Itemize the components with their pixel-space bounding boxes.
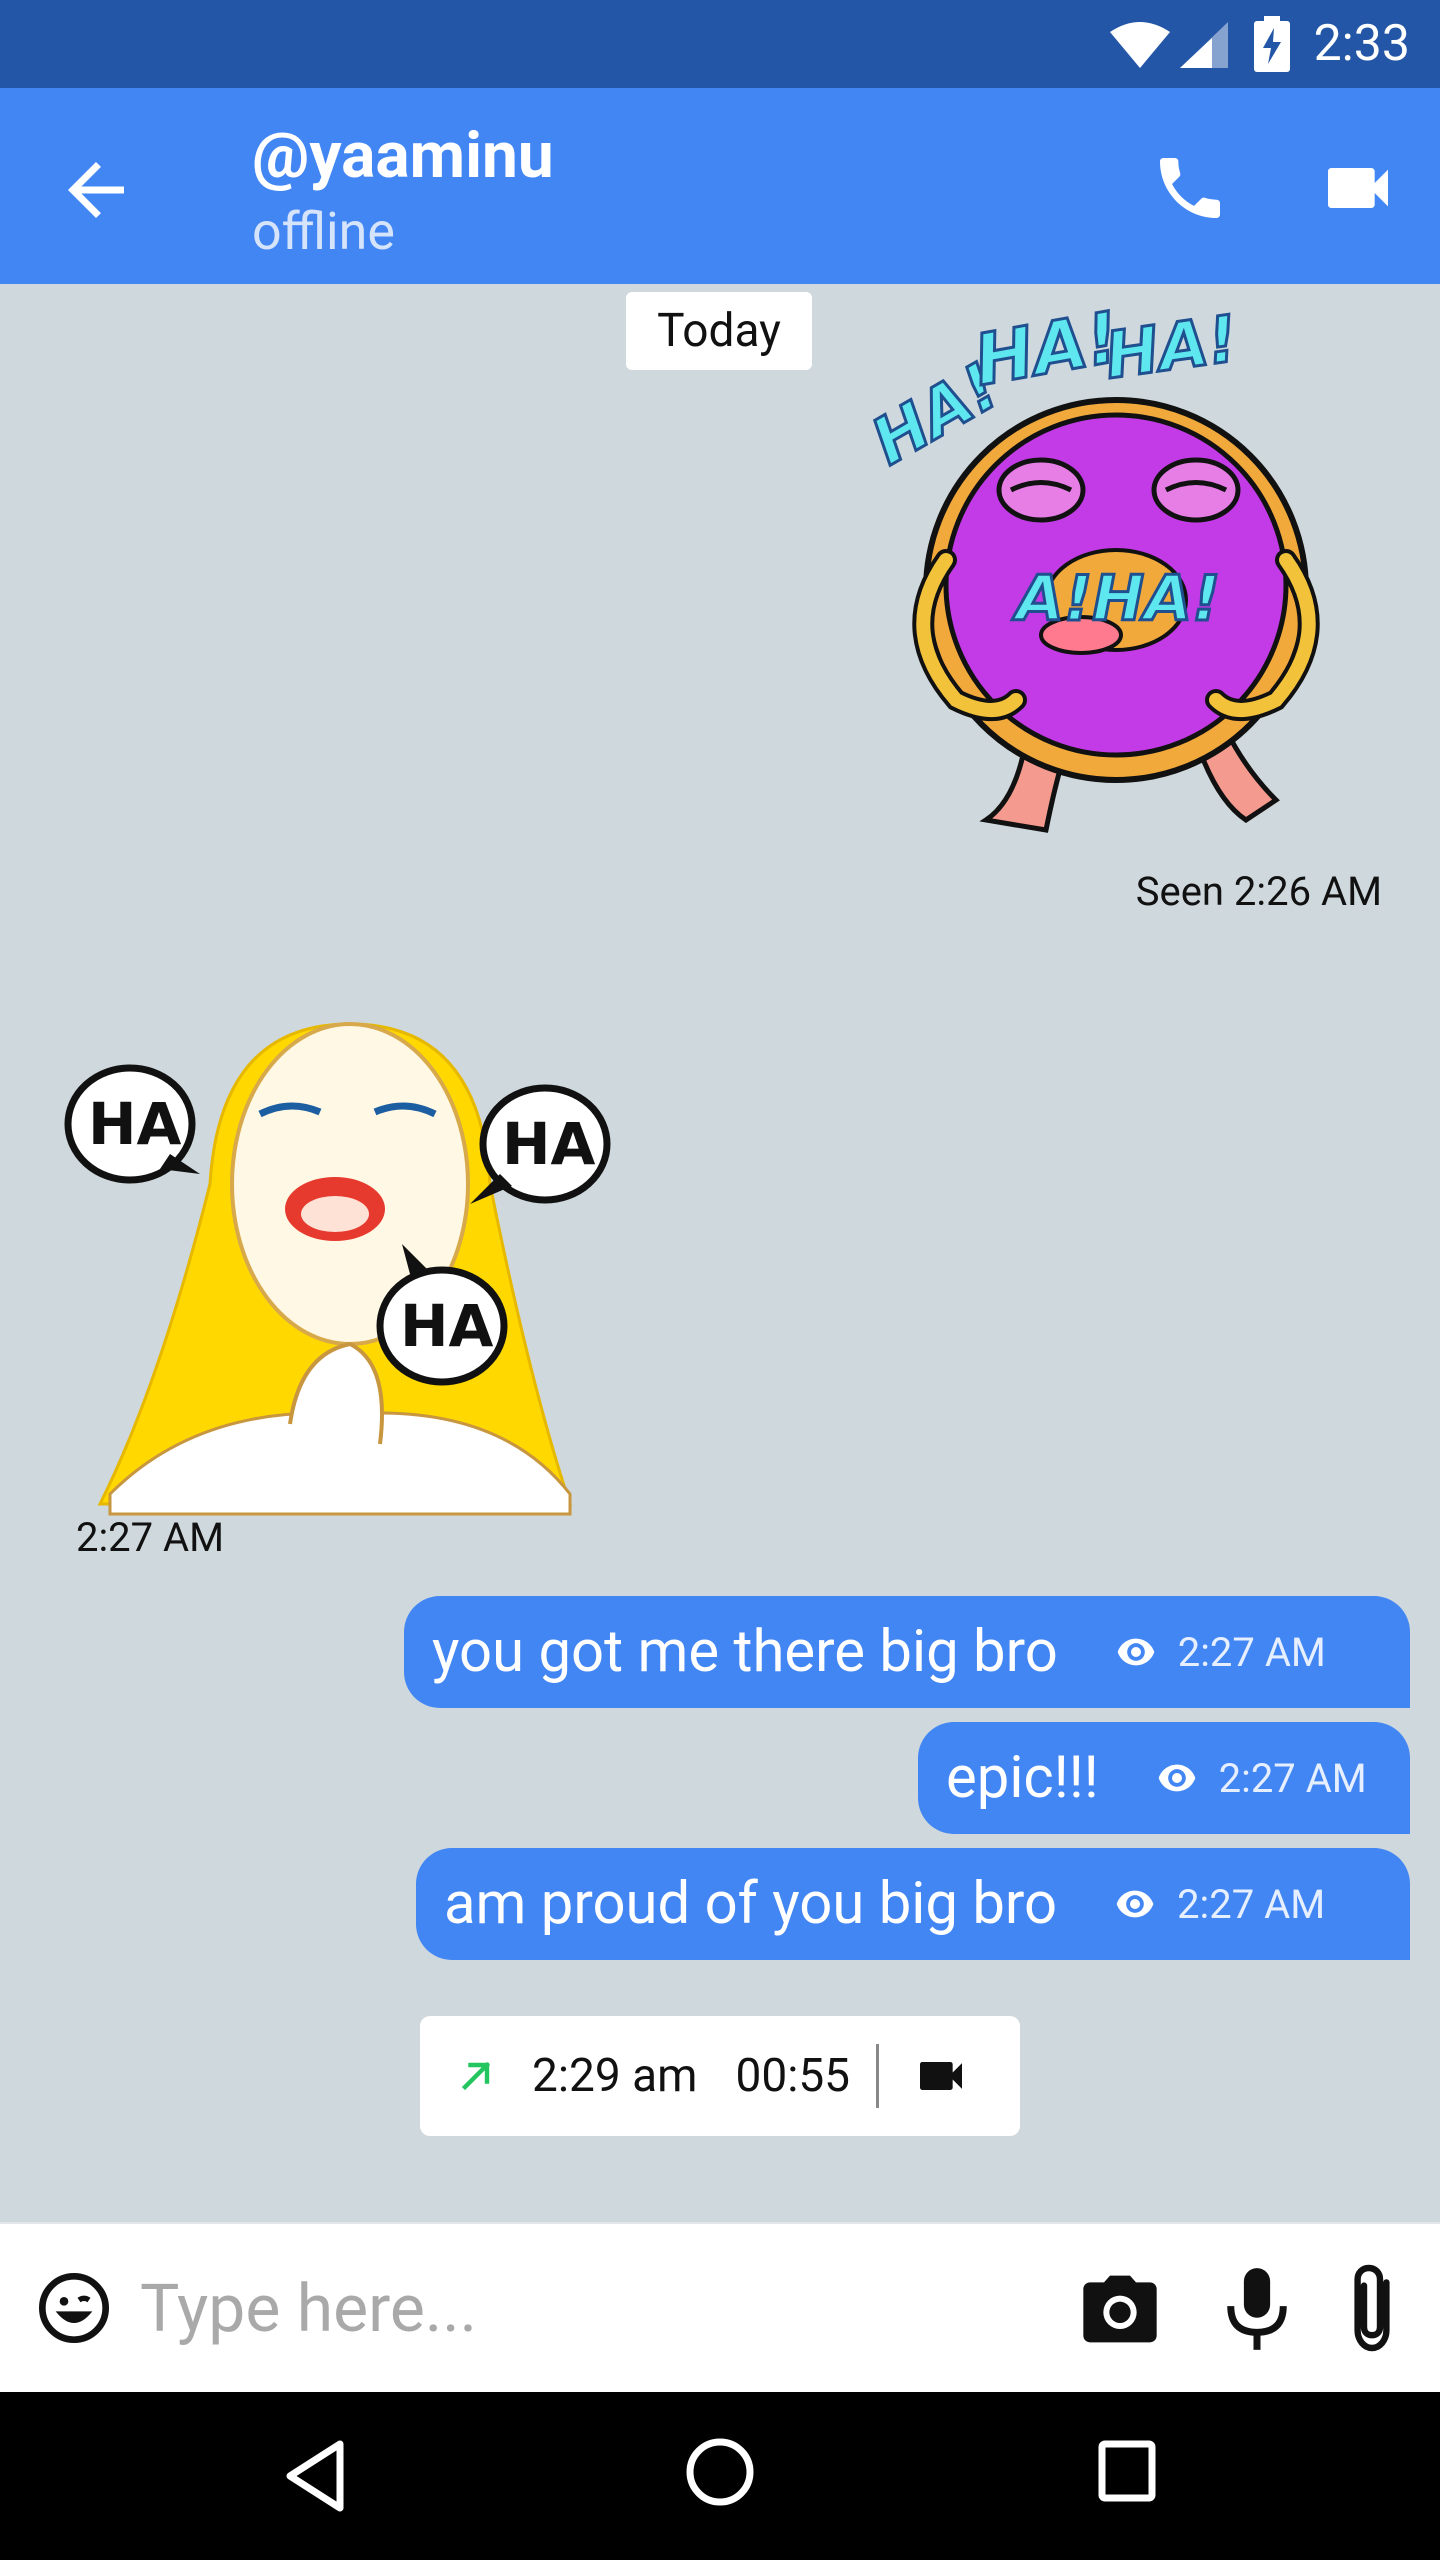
message-composer <box>0 2222 1440 2392</box>
date-divider: Today <box>626 292 812 370</box>
outgoing-call-arrow-icon <box>461 2061 491 2091</box>
video-camera-icon[interactable] <box>913 2048 969 2104</box>
message-meta: 2:27 AM <box>1116 1629 1326 1676</box>
call-log-entry[interactable]: 2:29 am 00:55 <box>420 2016 1020 2136</box>
laughing-girl-sticker[interactable]: HA HA HA <box>50 1004 630 1534</box>
sticker-timestamp: 2:27 AM <box>76 1514 225 1561</box>
svg-text:HA: HA <box>502 1110 596 1178</box>
message-input[interactable] <box>140 2254 1020 2364</box>
contact-name[interactable]: @yaaminu <box>252 116 554 196</box>
nav-home-icon[interactable] <box>680 2432 760 2512</box>
eye-icon <box>1116 1890 1154 1918</box>
video-call-icon[interactable] <box>1318 148 1398 228</box>
svg-text:HA: HA <box>88 1090 182 1158</box>
message-meta: 2:27 AM <box>1115 1881 1325 1928</box>
seen-status: Seen 2:26 AM <box>1135 868 1382 915</box>
message-meta: 2:27 AM <box>1157 1755 1367 1802</box>
status-bar: 2:33 <box>0 0 1440 88</box>
phone-call-icon[interactable] <box>1150 148 1230 228</box>
app-bar: @yaaminu offline <box>0 88 1440 284</box>
message-text: am proud of you big bro <box>444 1870 1058 1938</box>
clock: 2:33 <box>1313 15 1410 73</box>
emoji-icon[interactable] <box>34 2268 114 2348</box>
eye-icon <box>1117 1638 1155 1666</box>
outgoing-message[interactable]: am proud of you big bro 2:27 AM <box>416 1848 1410 1960</box>
call-duration: 00:55 <box>735 2049 851 2103</box>
outgoing-message[interactable]: epic!!! 2:27 AM <box>918 1722 1410 1834</box>
cell-signal-icon <box>1180 22 1228 68</box>
eye-icon <box>1158 1764 1195 1792</box>
nav-back-icon[interactable] <box>280 2436 350 2516</box>
wifi-icon <box>1110 22 1170 68</box>
divider <box>876 2044 880 2108</box>
svg-text:HA!: HA! <box>968 300 1125 402</box>
message-time: 2:27 AM <box>1218 1754 1367 1802</box>
back-arrow-icon[interactable] <box>54 148 138 232</box>
outgoing-message[interactable]: you got me there big bro 2:27 AM <box>404 1596 1410 1708</box>
message-time: 2:27 AM <box>1177 1628 1326 1676</box>
svg-text:A!HA!: A!HA! <box>1011 562 1220 635</box>
message-text: you got me there big bro <box>432 1618 1058 1686</box>
microphone-icon[interactable] <box>1222 2264 1292 2354</box>
battery-charging-icon <box>1254 16 1290 72</box>
svg-text:HA: HA <box>400 1292 494 1360</box>
laughing-donut-sticker[interactable]: HA! HA! HA! A!HA! <box>866 300 1346 860</box>
chat-area: Today HA! HA! HA! A!HA! Seen 2:26 AM HA … <box>0 284 1440 2222</box>
camera-icon[interactable] <box>1080 2272 1160 2346</box>
call-time: 2:29 am <box>532 2049 698 2103</box>
message-time: 2:27 AM <box>1177 1880 1326 1928</box>
system-nav-bar <box>0 2392 1440 2560</box>
contact-status: offline <box>252 201 395 262</box>
message-text: epic!!! <box>946 1744 1099 1812</box>
svg-text:HA!: HA! <box>1101 302 1242 394</box>
nav-recents-icon[interactable] <box>1094 2436 1160 2506</box>
attachment-paperclip-icon[interactable] <box>1342 2260 1402 2356</box>
